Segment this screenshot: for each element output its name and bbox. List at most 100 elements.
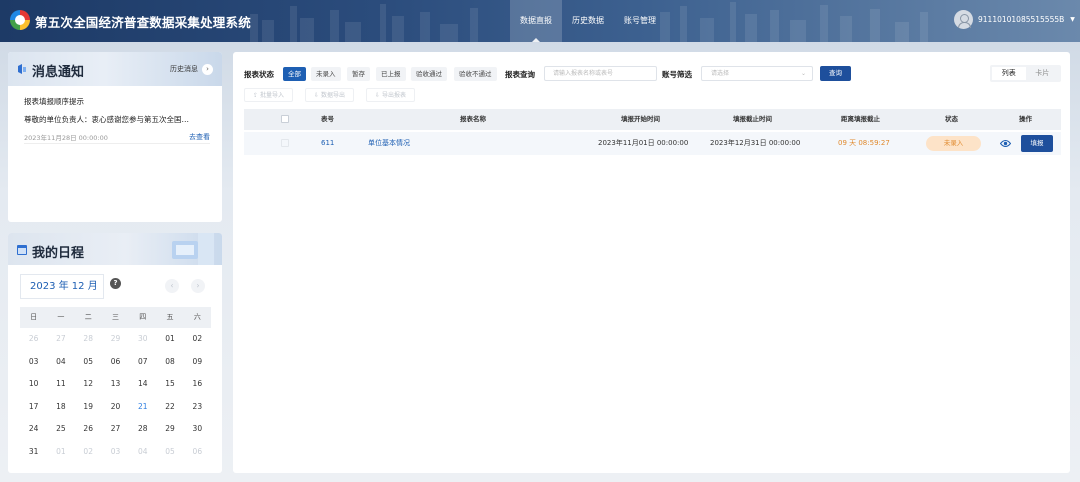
export-report-label: 导出报表 (381, 92, 406, 99)
status-filter-label: 报表状态 (244, 70, 274, 79)
query-button[interactable]: 查询 (820, 66, 851, 81)
divider (24, 143, 210, 144)
query-label: 报表查询 (505, 70, 535, 79)
calendar-day[interactable]: 08 (156, 353, 183, 376)
list-view-button[interactable]: 列表 (992, 67, 1026, 80)
calendar-week: 24 25 26 27 28 29 30 (20, 420, 211, 443)
calendar-day[interactable]: 02 (184, 330, 211, 353)
fill-report-button[interactable]: 填报 (1021, 135, 1053, 152)
calendar-day[interactable]: 23 (184, 398, 211, 421)
calendar-day[interactable]: 12 (75, 375, 102, 398)
status-chip-submitted[interactable]: 已上报 (376, 67, 406, 81)
column-header-operations: 操作 (1019, 115, 1032, 123)
eye-icon[interactable] (1000, 139, 1011, 148)
chevron-right-icon: › (202, 64, 213, 75)
help-icon[interactable]: ? (110, 278, 121, 289)
calendar-day[interactable]: 29 (156, 420, 183, 443)
report-search-input[interactable]: 请输入报表名称或表号 (544, 66, 657, 81)
calendar-header: 我的日程 (8, 233, 222, 265)
app-title: 第五次全国经济普查数据采集处理系统 (35, 15, 251, 30)
calendar-day[interactable]: 26 (75, 420, 102, 443)
calendar-day[interactable]: 04 (129, 443, 156, 466)
calendar-day[interactable]: 30 (129, 330, 156, 353)
weekday: 日 (30, 313, 38, 321)
calendar-day[interactable]: 14 (129, 375, 156, 398)
calendar-day[interactable]: 18 (47, 398, 74, 421)
calendar-day[interactable]: 31 (20, 443, 47, 466)
calendar-day[interactable]: 04 (47, 353, 74, 376)
calendar-day[interactable]: 29 (102, 330, 129, 353)
calendar-week: 10 11 12 13 14 15 16 (20, 375, 211, 398)
calendar-day[interactable]: 13 (102, 375, 129, 398)
status-chip-rejected[interactable]: 验收不通过 (454, 67, 497, 81)
batch-import-button[interactable]: ⇪ 批量导入 (244, 88, 293, 102)
calendar-day[interactable]: 25 (47, 420, 74, 443)
column-header-code: 表号 (321, 115, 334, 123)
export-report-button[interactable]: ⇩ 导出报表 (366, 88, 415, 102)
nav-account-management[interactable]: 账号管理 (614, 0, 666, 42)
row-code[interactable]: 611 (321, 132, 334, 155)
calendar-day[interactable]: 30 (184, 420, 211, 443)
calendar-day[interactable]: 27 (47, 330, 74, 353)
caret-down-icon: ▼ (1070, 16, 1075, 23)
nav-data-report[interactable]: 数据直报 (510, 0, 562, 42)
data-export-label: 数据导出 (320, 92, 345, 99)
calendar-day[interactable]: 03 (20, 353, 47, 376)
calendar-day[interactable]: 17 (20, 398, 47, 421)
status-chip-accepted[interactable]: 验收通过 (411, 67, 447, 81)
status-chip-draft[interactable]: 暂存 (347, 67, 370, 81)
calendar-week: 03 04 05 06 07 08 09 (20, 353, 211, 376)
column-header-status: 状态 (945, 115, 958, 123)
calendar-day-today[interactable]: 21 (129, 398, 156, 421)
calendar-day[interactable]: 09 (184, 353, 211, 376)
calendar-day[interactable]: 26 (20, 330, 47, 353)
row-remaining: 09 天 08:59:27 (838, 139, 890, 147)
calendar-day[interactable]: 27 (102, 420, 129, 443)
month-selector[interactable]: 2023 年 12 月 (20, 274, 104, 299)
calendar-day[interactable]: 15 (156, 375, 183, 398)
prev-month-button[interactable]: ‹ (165, 279, 179, 293)
select-all-checkbox[interactable] (281, 115, 289, 123)
row-name[interactable]: 单位基本情况 (368, 132, 410, 155)
calendar-day[interactable]: 07 (129, 353, 156, 376)
calendar-day[interactable]: 11 (47, 375, 74, 398)
account-select[interactable]: 请选择 ⌄ (701, 66, 813, 81)
calendar-day[interactable]: 01 (47, 443, 74, 466)
calendar-day[interactable]: 28 (129, 420, 156, 443)
status-chip-all[interactable]: 全部 (283, 67, 306, 81)
calendar-day[interactable]: 03 (102, 443, 129, 466)
calendar-day[interactable]: 02 (75, 443, 102, 466)
table-row[interactable]: 611 单位基本情况 2023年11月01日 00:00:00 2023年12月… (244, 132, 1061, 155)
next-month-button[interactable]: › (191, 279, 205, 293)
weekday-header: 日 一 二 三 四 五 六 (20, 307, 211, 328)
notice-view-link[interactable]: 去查看 (189, 132, 210, 142)
calendar-day[interactable]: 20 (102, 398, 129, 421)
notice-item-date: 2023年11月28日 00:00:00 (24, 134, 108, 142)
calendar-week: 31 01 02 03 04 05 06 (20, 443, 211, 466)
calendar-day[interactable]: 19 (75, 398, 102, 421)
calendar-day[interactable]: 05 (75, 353, 102, 376)
card-view-button[interactable]: 卡片 (1026, 67, 1060, 80)
calendar-day[interactable]: 05 (156, 443, 183, 466)
calendar-day[interactable]: 22 (156, 398, 183, 421)
row-checkbox[interactable] (281, 139, 289, 147)
notice-panel: 消息通知 历史消息 › 报表填报顺序提示 尊敬的单位负责人：衷心感谢您参与第五次全… (8, 52, 222, 222)
user-menu[interactable]: 91110101085515555B ▼ (954, 10, 1075, 29)
status-badge: 未录入 (926, 136, 981, 151)
calendar-day[interactable]: 06 (184, 443, 211, 466)
megaphone-icon (18, 64, 26, 74)
column-header-start: 填报开始时间 (621, 115, 660, 123)
nav-history-data[interactable]: 历史数据 (562, 0, 614, 42)
calendar-day[interactable]: 16 (184, 375, 211, 398)
calendar-day[interactable]: 28 (75, 330, 102, 353)
calendar-day[interactable]: 01 (156, 330, 183, 353)
chevron-down-icon: ⌄ (800, 70, 806, 77)
calendar-decoration-icon (172, 233, 214, 265)
history-messages-button[interactable]: 历史消息 › (170, 64, 213, 75)
calendar-day[interactable]: 06 (102, 353, 129, 376)
status-chip-not-entered[interactable]: 未录入 (311, 67, 341, 81)
user-id: 91110101085515555B (978, 15, 1065, 24)
calendar-day[interactable]: 24 (20, 420, 47, 443)
calendar-day[interactable]: 10 (20, 375, 47, 398)
data-export-button[interactable]: ⇩ 数据导出 (305, 88, 354, 102)
